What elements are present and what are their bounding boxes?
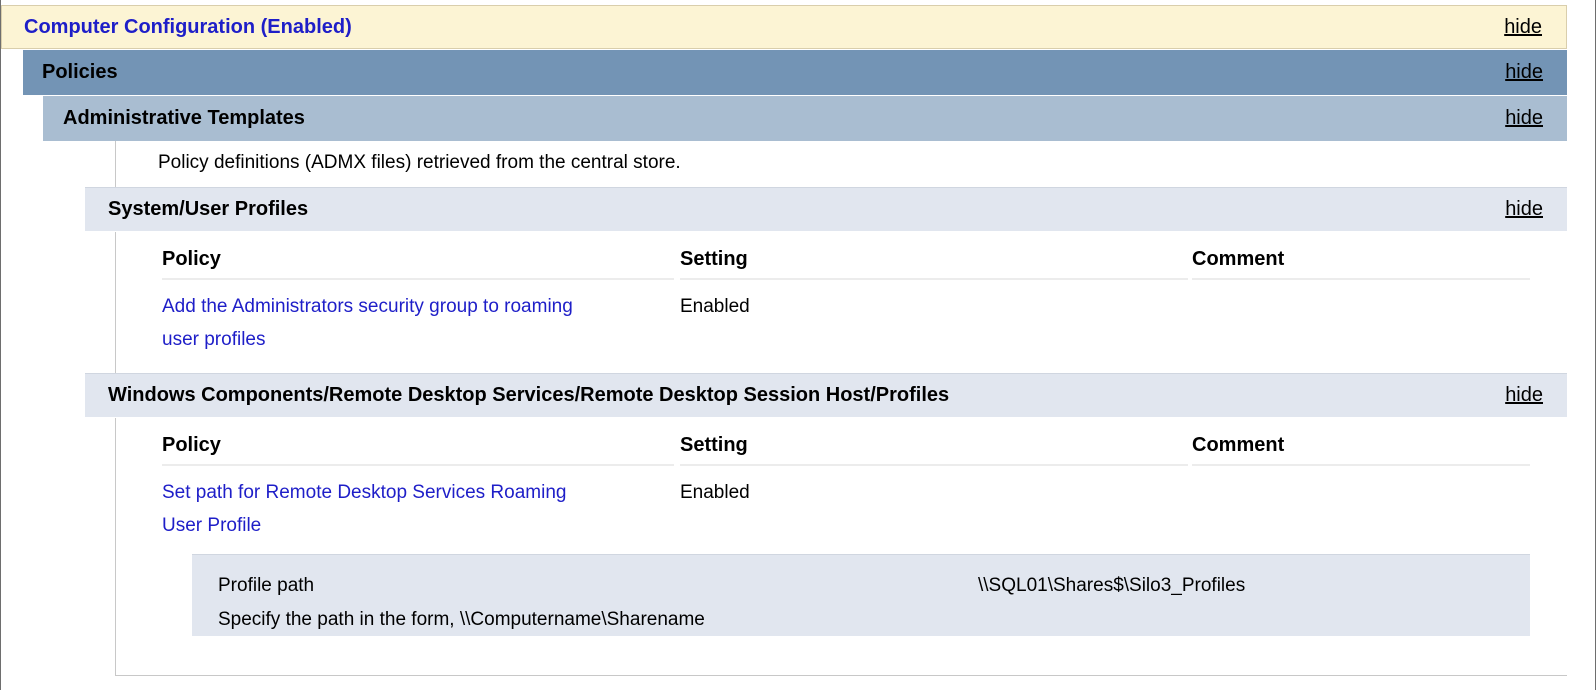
policy-setting-value: Enabled [680, 482, 750, 503]
policy-link-line: Set path for Remote Desktop Services Roa… [162, 482, 567, 503]
administrative-templates-title: Administrative Templates [63, 107, 305, 129]
profile-path-value: \\SQL01\Shares$\Silo3_Profiles [978, 575, 1246, 596]
policies-title: Policies [42, 61, 118, 83]
policies-hide-link[interactable]: hide [1505, 61, 1543, 84]
column-header-policy: Policy [162, 426, 674, 466]
policy-link-line: User Profile [162, 515, 262, 536]
policies-header: Policies hide [23, 50, 1567, 95]
computer-configuration-header: Computer Configuration (Enabled) hide [1, 5, 1567, 49]
policy-setting-value: Enabled [680, 296, 750, 317]
computer-configuration-hide-link[interactable]: hide [1504, 16, 1542, 39]
section-hide-link[interactable]: hide [1505, 198, 1543, 221]
policy-link-add-administrators[interactable]: Add the Administrators security group to… [162, 290, 632, 356]
report-frame: Computer Configuration (Enabled) hide Po… [0, 0, 1596, 690]
section-title: System/User Profiles [108, 198, 309, 220]
administrative-templates-hide-link[interactable]: hide [1505, 107, 1543, 130]
policy-details-table: Profile path \\SQL01\Shares$\Silo3_Profi… [192, 554, 1530, 636]
policy-link-line: Add the Administrators security group to… [162, 296, 573, 317]
column-header-comment: Comment [1192, 426, 1530, 466]
column-header-policy: Policy [162, 240, 674, 280]
column-header-setting: Setting [680, 240, 1188, 280]
profile-path-hint: Specify the path in the form, \\Computer… [218, 609, 705, 630]
section-pane-system-user-profiles: Policy Setting Comment Add the Administr… [115, 232, 1567, 373]
section-header-system-user-profiles: System/User Profiles hide [85, 187, 1567, 231]
profile-path-label: Profile path [218, 575, 315, 596]
section-header-remote-desktop-profiles: Windows Components/Remote Desktop Servic… [85, 373, 1567, 417]
computer-configuration-title: Computer Configuration (Enabled) [24, 15, 352, 38]
policy-link-set-path-rds-roaming[interactable]: Set path for Remote Desktop Services Roa… [162, 476, 632, 542]
column-header-comment: Comment [1192, 240, 1530, 280]
section-title: Windows Components/Remote Desktop Servic… [108, 384, 950, 406]
administrative-templates-header: Administrative Templates hide [43, 96, 1567, 141]
admx-description: Policy definitions (ADMX files) retrieve… [158, 152, 681, 173]
policy-link-line: user profiles [162, 329, 266, 350]
section-hide-link[interactable]: hide [1505, 384, 1543, 407]
section-pane-remote-desktop-profiles: Policy Setting Comment Set path for Remo… [115, 418, 1567, 676]
column-header-setting: Setting [680, 426, 1188, 466]
